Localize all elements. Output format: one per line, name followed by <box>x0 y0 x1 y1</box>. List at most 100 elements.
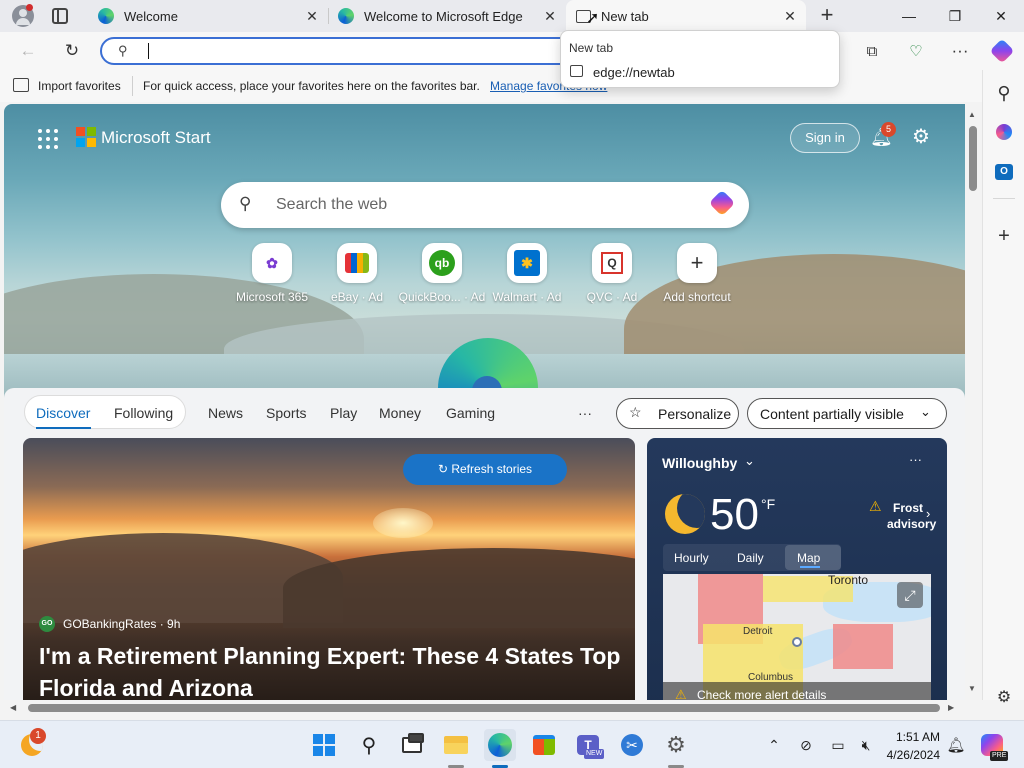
alert-zone-red <box>833 624 893 669</box>
show-hidden-icons-chevron-up-icon[interactable]: ⌃ <box>758 729 790 761</box>
refresh-button[interactable]: ↻ <box>56 35 88 67</box>
crescent-moon-icon <box>665 494 705 534</box>
new-tab-page: Microsoft Start Sign in 🔔︎ 5 ⚙ ⚲ Search … <box>4 104 965 700</box>
chevron-down-icon: ⌄ <box>920 404 931 419</box>
close-window-button[interactable]: ✕ <box>978 0 1024 32</box>
weather-tab-hourly[interactable]: Hourly <box>674 551 709 565</box>
tab-discover[interactable]: Discover <box>36 405 90 421</box>
web-search-box[interactable]: ⚲ Search the web <box>221 182 749 228</box>
search-icon: ⚲ <box>118 43 128 58</box>
scroll-up-icon[interactable]: ▲ <box>968 110 976 119</box>
quick-link-quickbooks[interactable]: qb <box>422 243 462 283</box>
tab-title: Welcome to Microsoft Edge <box>364 8 523 24</box>
weather-more-icon[interactable]: ··· <box>909 452 922 467</box>
content-visibility-dropdown[interactable]: Content partially visible ⌄ <box>747 398 947 429</box>
tab-actions-icon[interactable] <box>52 8 68 24</box>
quick-link-ebay[interactable] <box>337 243 377 283</box>
snipping-tool-icon[interactable]: ✂ <box>616 729 648 761</box>
search-icon[interactable]: ⚲ <box>989 78 1019 108</box>
scrollbar-thumb[interactable] <box>28 704 940 712</box>
quick-link-qvc[interactable]: Q <box>592 243 632 283</box>
file-explorer-icon[interactable] <box>440 729 472 761</box>
nav-money[interactable]: Money <box>379 405 421 421</box>
microsoft-store-icon[interactable] <box>528 729 560 761</box>
tab-welcome-edge[interactable]: Welcome to Microsoft Edge ✕ <box>328 0 566 32</box>
add-shortcut-button[interactable]: + <box>677 243 717 283</box>
scrollbar-thumb[interactable] <box>969 126 977 191</box>
new-tab-button[interactable]: + <box>814 3 840 29</box>
refresh-stories-button[interactable]: ↻ Refresh stories <box>403 454 567 485</box>
collections-icon[interactable]: ⧉ <box>856 35 888 67</box>
import-favorites-button[interactable]: Import favorites <box>38 79 121 93</box>
expand-map-icon[interactable]: ⤢ <box>897 582 923 608</box>
story-card[interactable]: ↻ Refresh stories GO GOBankingRates · 9h… <box>23 438 635 700</box>
volume-muted-icon[interactable]: 🔇︎ <box>850 729 882 761</box>
scroll-left-icon[interactable]: ◀ <box>10 703 16 712</box>
edge-taskbar-icon[interactable] <box>484 729 516 761</box>
ebay-icon <box>345 253 369 273</box>
personalize-label: Personalize <box>658 406 732 422</box>
address-input[interactable] <box>142 42 562 62</box>
weather-location[interactable]: Willoughby <box>662 455 737 471</box>
start-button[interactable] <box>308 729 340 761</box>
suggestion-item[interactable]: edge://newtab <box>561 62 839 84</box>
task-view-icon[interactable] <box>396 729 428 761</box>
minimize-button[interactable]: — <box>886 0 932 32</box>
copilot-preview-badge: PRE <box>990 751 1009 761</box>
copilot-icon[interactable] <box>986 35 1018 67</box>
outlook-icon[interactable]: O <box>989 157 1019 187</box>
weather-alert-map[interactable]: Toronto Detroit Columbus ⤢ ⚠ Check more … <box>663 574 931 700</box>
browser-essentials-icon[interactable]: ♡ <box>900 35 932 67</box>
teams-new-badge: NEW <box>584 749 605 759</box>
settings-app-icon[interactable]: ⚙ <box>660 729 692 761</box>
clock-date[interactable]: 4/26/2024 <box>880 748 940 762</box>
close-tab-icon[interactable]: ✕ <box>782 8 798 24</box>
personalize-button[interactable]: ☆ Personalize <box>616 398 739 429</box>
clock-time[interactable]: 1:51 AM <box>880 730 940 744</box>
address-bar[interactable]: ⚲ <box>100 37 580 65</box>
story-headline[interactable]: I'm a Retirement Planning Expert: These … <box>39 640 629 700</box>
notification-center-bell-icon[interactable]: 🔔︎ <box>940 729 972 761</box>
copilot-sidebar-icon[interactable] <box>989 117 1019 147</box>
back-button[interactable]: ← <box>12 35 44 67</box>
nav-news[interactable]: News <box>208 405 243 421</box>
tab-following[interactable]: Following <box>114 405 173 421</box>
edge-icon <box>338 8 354 24</box>
sidebar-settings-gear-icon[interactable]: ⚙ <box>989 682 1019 712</box>
restore-button[interactable]: ❐ <box>932 0 978 32</box>
brand-title: Microsoft Start <box>101 128 211 147</box>
vertical-scrollbar[interactable]: ▲ ▼ <box>965 104 981 700</box>
close-tab-icon[interactable]: ✕ <box>542 8 558 24</box>
nav-play[interactable]: Play <box>330 405 357 421</box>
profile-avatar[interactable] <box>12 4 34 27</box>
taskbar-search-icon[interactable]: ⚲ <box>353 729 385 761</box>
copilot-search-icon[interactable] <box>708 189 737 218</box>
weather-alert[interactable]: Frost advisory <box>887 500 936 532</box>
alert-details-bar[interactable]: ⚠ Check more alert details <box>663 682 931 700</box>
sign-in-button[interactable]: Sign in <box>790 123 860 153</box>
settings-more-icon[interactable]: ··· <box>944 35 976 67</box>
address-suggestions-dropdown: New tab edge://newtab <box>560 30 840 88</box>
chevron-down-icon[interactable]: ⌄ <box>744 453 755 469</box>
weather-tab-map[interactable]: Map <box>797 551 820 565</box>
scroll-right-icon[interactable]: ▶ <box>948 703 954 712</box>
more-nav-button[interactable]: ··· <box>578 405 592 421</box>
nav-sports[interactable]: Sports <box>266 405 306 421</box>
refresh-icon: ↻ <box>437 462 452 476</box>
search-placeholder: Search the web <box>276 196 388 213</box>
quick-link-microsoft365[interactable]: ✿ <box>252 243 292 283</box>
quick-link-walmart[interactable]: ✱ <box>507 243 547 283</box>
apps-grid-icon[interactable] <box>38 129 58 149</box>
tab-new-tab[interactable]: New tab ✕ <box>566 0 806 32</box>
network-offline-icon[interactable]: ⊘ <box>790 729 822 761</box>
weather-tab-daily[interactable]: Daily <box>737 551 764 565</box>
horizontal-scrollbar[interactable]: ◀ ▶ <box>4 700 964 716</box>
tab-welcome[interactable]: Welcome ✕ <box>88 0 328 32</box>
page-settings-gear-icon[interactable]: ⚙ <box>909 125 933 149</box>
nav-gaming[interactable]: Gaming <box>446 405 495 421</box>
scroll-down-icon[interactable]: ▼ <box>968 684 976 693</box>
chevron-right-icon[interactable]: › <box>926 506 930 521</box>
add-sidebar-app-icon[interactable]: + <box>989 221 1019 251</box>
close-tab-icon[interactable]: ✕ <box>304 8 320 24</box>
edge-sidebar: ⚲ O + ⚙ <box>982 70 1024 706</box>
